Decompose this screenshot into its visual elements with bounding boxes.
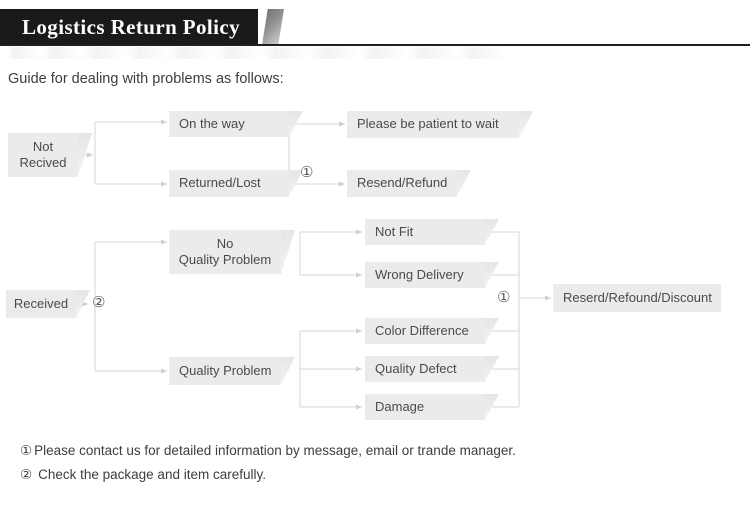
node-no-quality-problem: No Quality Problem — [169, 230, 281, 274]
header-divider — [0, 44, 750, 46]
node-not-fit-label: Not Fit — [375, 223, 414, 239]
footnote-item: ② Check the package and item carefully. — [20, 467, 516, 483]
node-on-the-way-label: On the way — [179, 115, 245, 131]
node-returned-lost-label: Returned/Lost — [179, 175, 261, 191]
node-returned-lost: Returned/Lost — [169, 170, 289, 197]
banner-arrow-icon — [262, 9, 284, 45]
footnote-marker-two: ② — [20, 467, 33, 483]
node-no-quality-problem-line2: Quality Problem — [178, 252, 272, 267]
node-not-fit: Not Fit — [365, 219, 485, 245]
marker-one-section2: ① — [497, 288, 511, 306]
node-received: Received — [6, 290, 76, 318]
node-be-patient: Please be patient to wait — [347, 111, 519, 138]
page-title: Logistics Return Policy — [22, 14, 241, 39]
footnotes: ① Please contact us for detailed informa… — [20, 443, 516, 491]
footnote-text-two: Check the package and item carefully. — [38, 467, 266, 482]
node-color-difference-label: Color Difference — [375, 322, 469, 338]
node-color-difference: Color Difference — [365, 318, 485, 344]
node-received-label: Received — [13, 295, 69, 311]
node-resend-refund: Resend/Refund — [347, 170, 457, 197]
intro-text: Guide for dealing with problems as follo… — [8, 71, 284, 87]
footnote-marker-one: ① — [20, 443, 33, 459]
node-on-the-way: On the way — [169, 111, 289, 137]
node-not-received-line1: Not — [32, 138, 54, 154]
node-resend-refund-label: Resend/Refund — [357, 175, 448, 191]
node-final-outcome-label: Reserd/Refound/Discount — [563, 289, 712, 305]
node-final-outcome: Reserd/Refound/Discount — [553, 284, 721, 312]
node-quality-defect-label: Quality Defect — [375, 360, 457, 376]
node-wrong-delivery-label: Wrong Delivery — [375, 266, 464, 282]
node-no-quality-problem-line1: No — [216, 235, 234, 251]
header-texture — [8, 47, 538, 59]
node-damage: Damage — [365, 394, 485, 420]
node-damage-label: Damage — [375, 398, 425, 414]
node-quality-problem: Quality Problem — [169, 357, 281, 385]
policy-infographic: Logistics Return Policy Guide for dealin… — [0, 0, 750, 511]
footnote-item: ① Please contact us for detailed informa… — [20, 443, 516, 459]
node-be-patient-label: Please be patient to wait — [357, 116, 499, 132]
node-quality-problem-label: Quality Problem — [179, 362, 272, 378]
node-quality-defect: Quality Defect — [365, 356, 485, 382]
footnote-text-one: Please contact us for detailed informati… — [34, 443, 516, 458]
marker-two-section2: ② — [92, 293, 106, 311]
node-not-received: Not Recived — [8, 133, 78, 177]
node-not-received-line2: Recived — [19, 155, 67, 170]
marker-one-section1: ① — [300, 163, 314, 181]
node-wrong-delivery: Wrong Delivery — [365, 262, 485, 288]
banner-block: Logistics Return Policy — [0, 9, 258, 45]
